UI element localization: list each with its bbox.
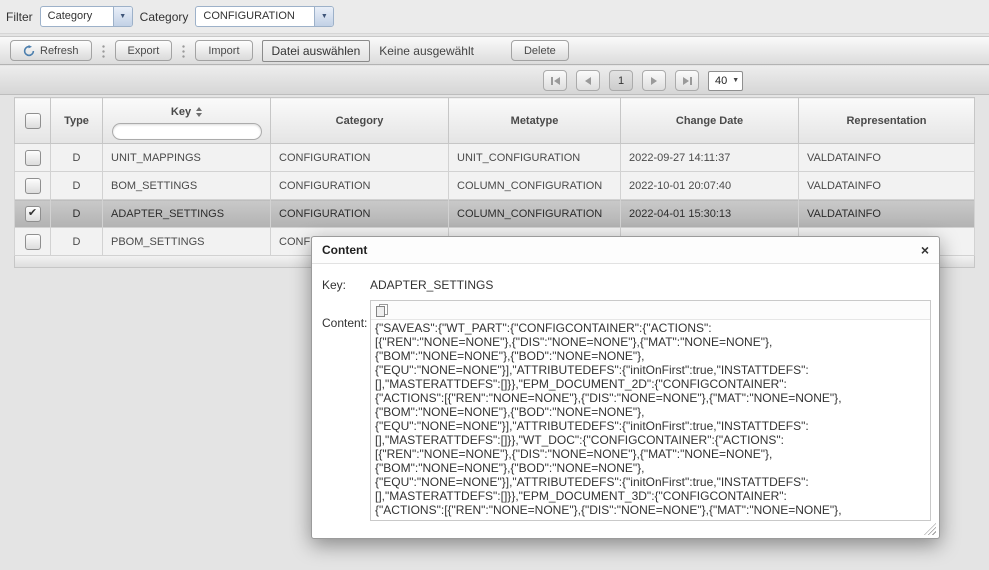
editor-toolbar	[371, 301, 930, 320]
cell-category: CONFIGURATION	[271, 144, 449, 172]
toolbar: Refresh Export Import Datei auswählen Ke…	[0, 36, 989, 65]
content-textarea[interactable]: {"SAVEAS":{"WT_PART":{"CONFIGCONTAINER":…	[371, 320, 930, 520]
col-header-type: Type	[51, 98, 103, 144]
cell-change-date: 2022-10-01 20:07:40	[621, 172, 799, 200]
export-label: Export	[128, 45, 160, 57]
col-header-category: Category	[271, 98, 449, 144]
cell-representation: VALDATAINFO	[799, 200, 975, 228]
next-page-button[interactable]	[642, 70, 666, 91]
paginator: 1 40 ▼	[0, 66, 989, 95]
prev-page-button[interactable]	[576, 70, 600, 91]
table-header-row: Type Key Category Metatype Change Date R…	[15, 98, 975, 144]
cell-key: UNIT_MAPPINGS	[103, 144, 271, 172]
table-row[interactable]: D BOM_SETTINGS CONFIGURATION COLUMN_CONF…	[15, 172, 975, 200]
page-number-button[interactable]: 1	[609, 70, 633, 91]
chevron-down-icon: ▼	[314, 7, 333, 26]
filter-bar: Filter Category ▼ Category CONFIGURATION…	[0, 0, 989, 34]
file-select-button[interactable]: Datei auswählen	[262, 40, 371, 62]
content-dialog: Content × Key: ADAPTER_SETTINGS Content:…	[311, 236, 940, 539]
delete-button[interactable]: Delete	[511, 40, 569, 61]
cell-type: D	[51, 144, 103, 172]
toolbar-separator	[102, 44, 105, 58]
category-label: Category	[140, 10, 189, 24]
cell-representation: VALDATAINFO	[799, 144, 975, 172]
col-header-key-label: Key	[171, 106, 191, 118]
last-page-button[interactable]	[675, 70, 699, 91]
category-dropdown[interactable]: CONFIGURATION ▼	[195, 6, 334, 27]
refresh-icon	[23, 45, 35, 57]
col-header-key[interactable]: Key	[103, 98, 271, 144]
file-status-text: Keine ausgewählt	[379, 44, 474, 58]
export-button[interactable]: Export	[115, 40, 173, 61]
key-filter-input[interactable]	[112, 123, 262, 140]
content-editor: {"SAVEAS":{"WT_PART":{"CONFIGCONTAINER":…	[370, 300, 931, 521]
cell-metatype: UNIT_CONFIGURATION	[449, 144, 621, 172]
sort-icon	[196, 107, 202, 117]
cell-category: CONFIGURATION	[271, 200, 449, 228]
filter-type-value: Category	[41, 7, 113, 26]
import-label: Import	[208, 45, 239, 57]
first-page-button[interactable]	[543, 70, 567, 91]
cell-type: D	[51, 200, 103, 228]
cell-metatype: COLUMN_CONFIGURATION	[449, 172, 621, 200]
table-row-selected[interactable]: D ADAPTER_SETTINGS CONFIGURATION COLUMN_…	[15, 200, 975, 228]
cell-key: BOM_SETTINGS	[103, 172, 271, 200]
select-all-checkbox[interactable]	[25, 113, 41, 129]
last-page-icon	[683, 77, 689, 85]
row-checkbox[interactable]	[25, 234, 41, 250]
table-row[interactable]: D UNIT_MAPPINGS CONFIGURATION UNIT_CONFI…	[15, 144, 975, 172]
cell-metatype: COLUMN_CONFIGURATION	[449, 200, 621, 228]
delete-label: Delete	[524, 45, 556, 57]
key-label: Key:	[322, 276, 370, 292]
dialog-header[interactable]: Content ×	[312, 237, 939, 264]
content-label: Content:	[322, 300, 370, 521]
toolbar-separator	[182, 44, 185, 58]
cell-change-date: 2022-09-27 14:11:37	[621, 144, 799, 172]
prev-page-icon	[585, 77, 591, 85]
import-button[interactable]: Import	[195, 40, 252, 61]
rows-per-page-dropdown[interactable]: 40 ▼	[708, 71, 743, 91]
chevron-down-icon: ▼	[113, 7, 132, 26]
cell-representation: VALDATAINFO	[799, 172, 975, 200]
cell-key: PBOM_SETTINGS	[103, 228, 271, 256]
resize-handle-icon[interactable]	[924, 523, 936, 535]
cell-category: CONFIGURATION	[271, 172, 449, 200]
refresh-label: Refresh	[40, 45, 79, 57]
cell-key: ADAPTER_SETTINGS	[103, 200, 271, 228]
filter-type-dropdown[interactable]: Category ▼	[40, 6, 133, 27]
copy-icon[interactable]	[376, 304, 388, 317]
row-checkbox[interactable]	[25, 150, 41, 166]
first-page-icon	[551, 77, 553, 85]
row-checkbox[interactable]	[25, 206, 41, 222]
row-checkbox[interactable]	[25, 178, 41, 194]
col-header-representation: Representation	[799, 98, 975, 144]
cell-change-date: 2022-04-01 15:30:13	[621, 200, 799, 228]
dialog-title: Content	[322, 243, 367, 257]
next-page-icon	[651, 77, 657, 85]
rows-per-page-value: 40	[715, 75, 727, 87]
cell-type: D	[51, 228, 103, 256]
close-icon[interactable]: ×	[921, 243, 929, 257]
dialog-body: Key: ADAPTER_SETTINGS Content: {"SAVEAS"…	[312, 264, 939, 521]
category-value: CONFIGURATION	[196, 7, 314, 26]
cell-type: D	[51, 172, 103, 200]
filter-label: Filter	[6, 10, 33, 24]
col-header-metatype: Metatype	[449, 98, 621, 144]
col-header-change-date: Change Date	[621, 98, 799, 144]
key-value: ADAPTER_SETTINGS	[370, 276, 493, 292]
refresh-button[interactable]: Refresh	[10, 40, 92, 61]
chevron-down-icon: ▼	[732, 77, 739, 84]
